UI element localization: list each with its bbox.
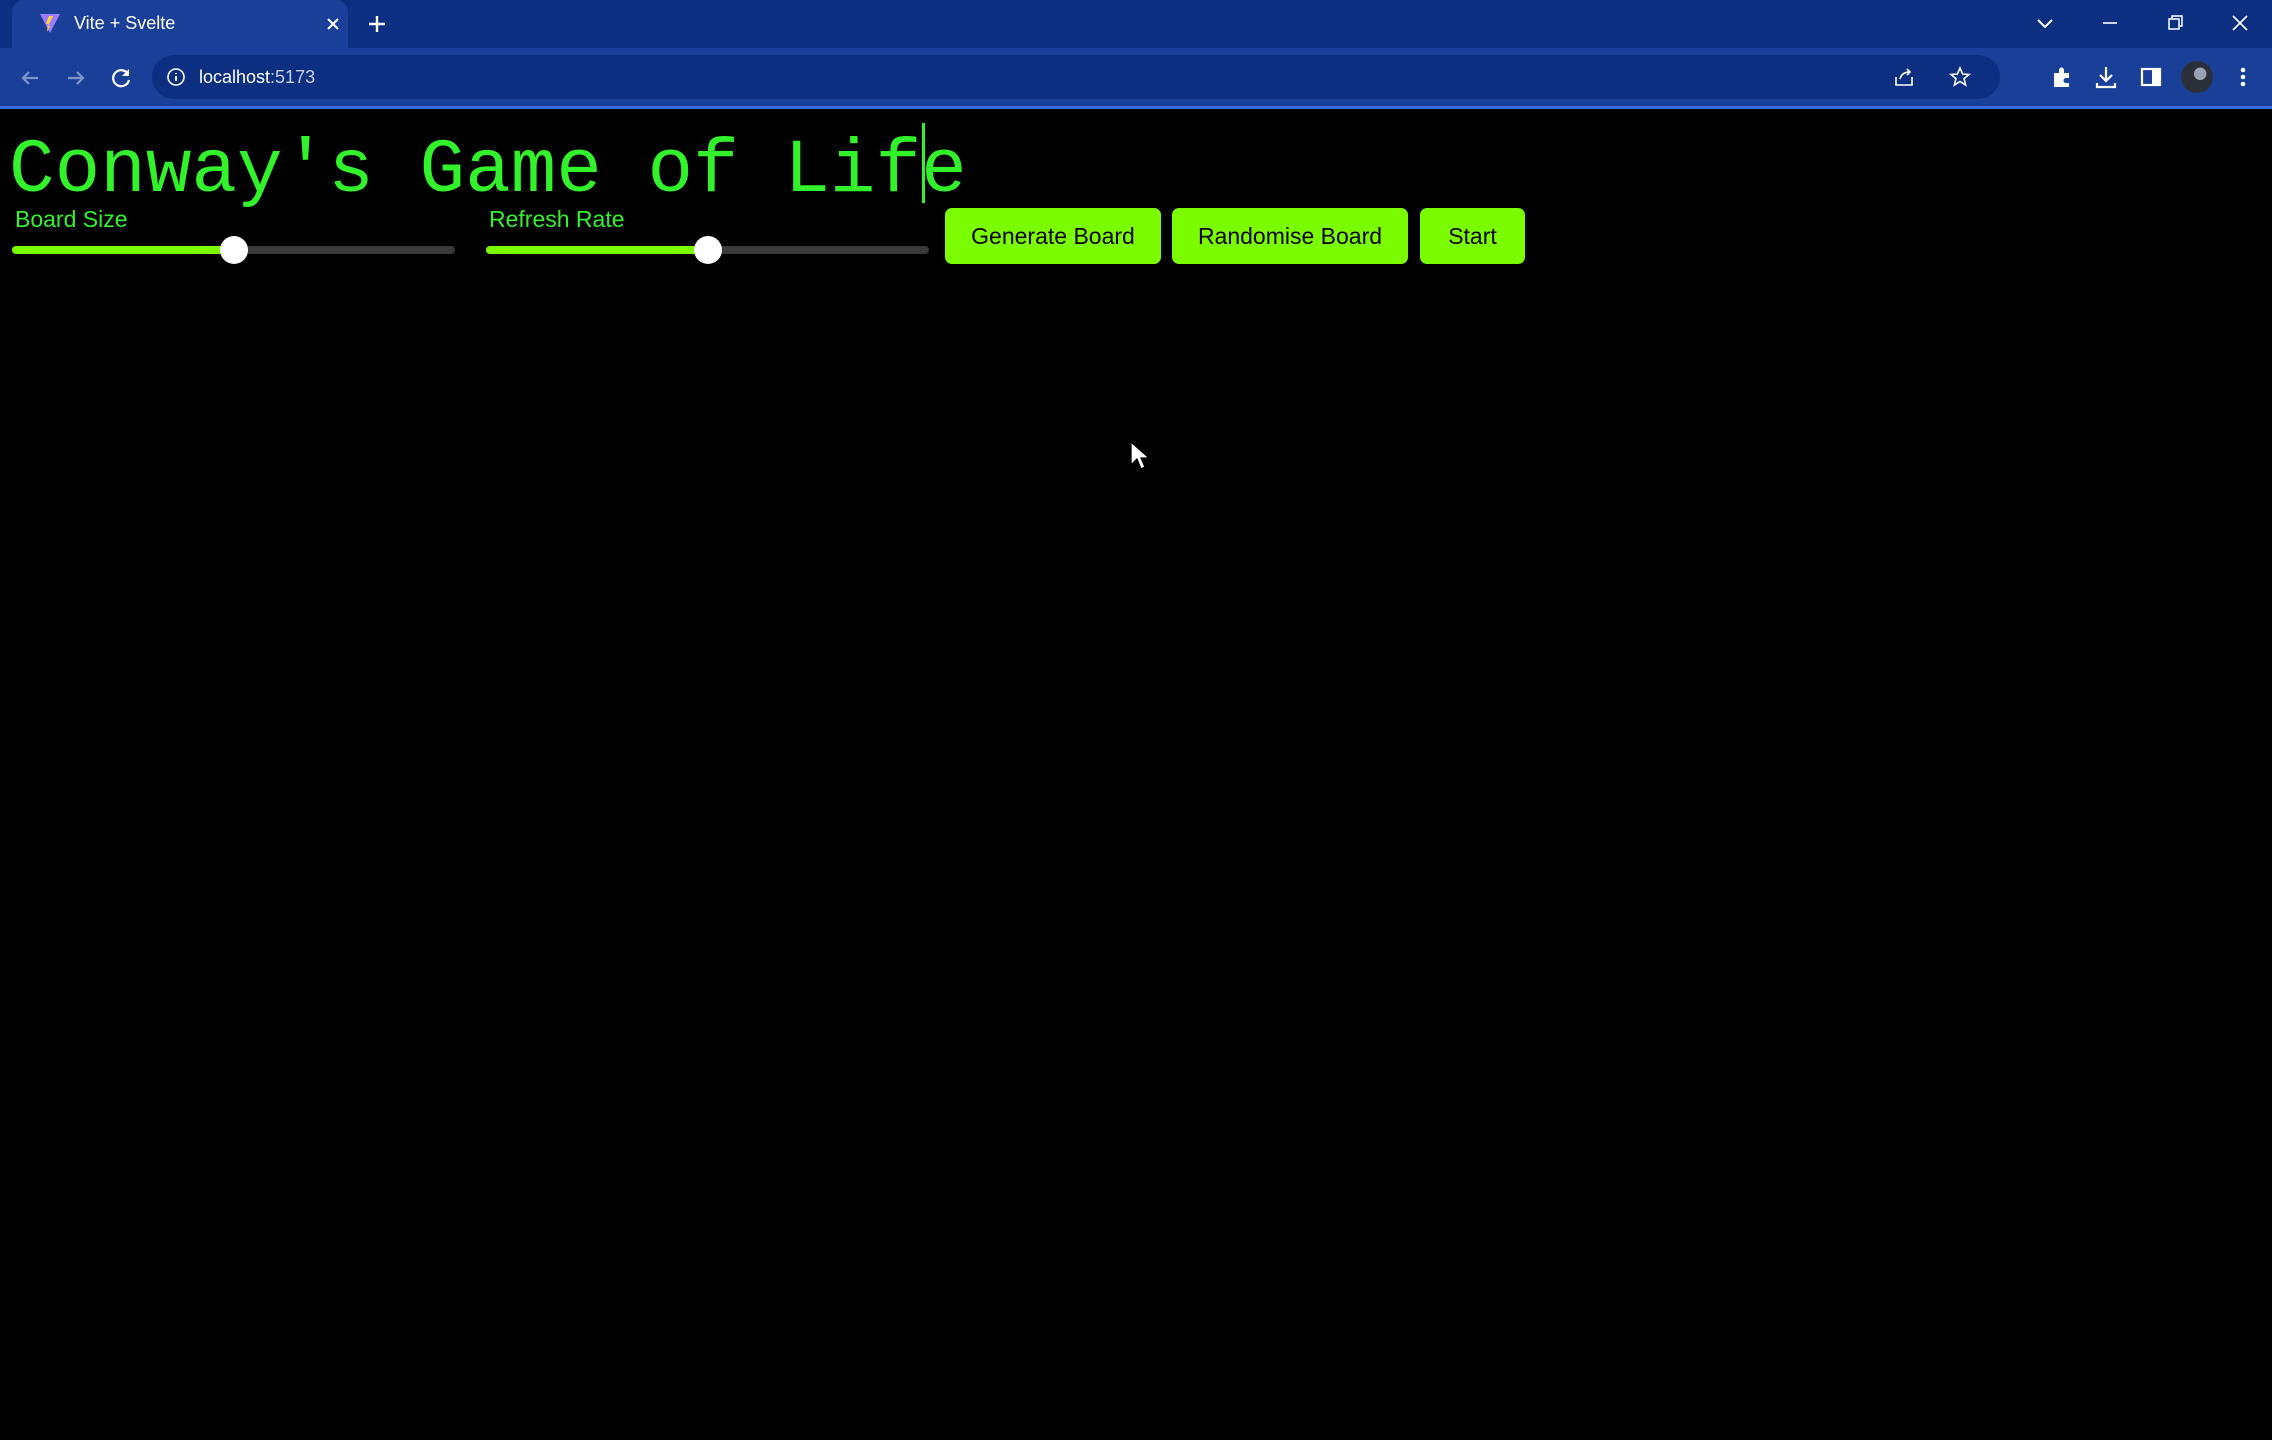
url-port: :5173 [270,67,316,87]
generate-board-button[interactable]: Generate Board [945,208,1161,264]
share-icon[interactable] [1892,65,1916,89]
address-bar[interactable]: localhost:5173 [152,55,2000,99]
text-caret [922,123,925,203]
vite-logo-icon [40,14,60,33]
new-tab-icon[interactable] [364,11,390,37]
close-tab-icon[interactable] [322,13,344,35]
bookmark-star-icon[interactable] [1948,65,1972,89]
tab-title: Vite + Svelte [74,13,176,33]
board-size-control: Board Size [12,205,455,265]
page-content: Conway's Game of Life Board Size Refresh… [0,109,2272,1440]
browser-tab[interactable]: Vite + Svelte [12,0,348,48]
close-window-icon[interactable] [2225,8,2255,38]
site-info-icon[interactable] [166,67,186,87]
refresh-rate-slider-thumb[interactable] [693,236,722,264]
back-arrow-icon[interactable] [16,64,44,92]
board-size-slider-fill [12,246,234,254]
reload-icon[interactable] [107,64,135,92]
browser-tab-strip: Vite + Svelte [0,0,2272,48]
side-panel-icon[interactable] [2137,63,2165,91]
board-size-slider-thumb[interactable] [219,236,248,264]
forward-arrow-icon[interactable] [62,64,90,92]
browser-toolbar: localhost:5173 [0,48,2272,106]
more-options-icon[interactable] [2229,63,2257,91]
tab-search-chevron-down-icon[interactable] [2030,8,2060,38]
minimize-icon[interactable] [2095,8,2125,38]
profile-avatar[interactable] [2181,61,2213,93]
board-size-label: Board Size [15,206,128,232]
refresh-rate-slider-fill [486,246,708,254]
refresh-rate-label: Refresh Rate [489,206,625,232]
url-host: localhost [199,67,271,87]
mouse-pointer-icon [1130,441,1150,470]
restore-window-icon[interactable] [2160,8,2190,38]
randomise-board-button[interactable]: Randomise Board [1172,208,1408,264]
refresh-rate-control: Refresh Rate [486,205,929,265]
download-icon[interactable] [2092,63,2120,91]
refresh-rate-slider[interactable] [486,236,929,264]
extensions-puzzle-icon[interactable] [2048,63,2076,91]
start-button[interactable]: Start [1420,208,1525,264]
url-text: localhost:5173 [199,66,315,88]
board-size-slider[interactable] [12,236,455,264]
